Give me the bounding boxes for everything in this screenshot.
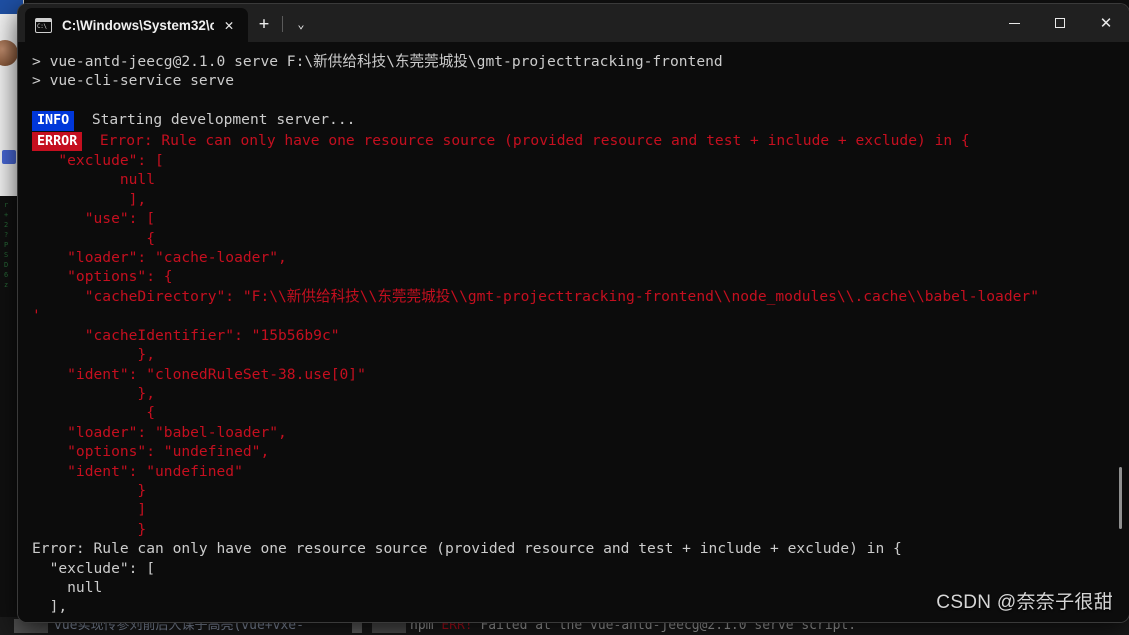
- terminal-line: [32, 91, 1129, 110]
- close-window-button[interactable]: ✕: [1083, 4, 1129, 42]
- terminal-scrollbar-thumb[interactable]: [1119, 467, 1122, 529]
- close-icon: ✕: [1099, 14, 1113, 32]
- terminal-window: C:\Windows\System32\cmd.e ✕ + ⌄ ✕ > vue-…: [18, 4, 1129, 622]
- terminal-line-text: > vue-antd-jeecg@2.1.0 serve F:\新供给科技\东莞…: [32, 53, 723, 70]
- minimize-icon: [1008, 22, 1020, 24]
- background-avatar: [0, 40, 18, 66]
- terminal-line-text: "cacheDirectory": "F:\\新供给科技\\东莞莞城投\\gmt…: [32, 287, 1039, 305]
- terminal-line-text: }: [32, 520, 147, 538]
- terminal-line: "loader": "babel-loader",: [32, 423, 1129, 442]
- terminal-line-text: "ident": "clonedRuleSet-38.use[0]": [32, 365, 366, 383]
- window-controls: ✕: [991, 4, 1129, 42]
- terminal-line-text: },: [32, 384, 156, 402]
- terminal-line: {: [32, 403, 1129, 422]
- terminal-line-text: ]: [32, 501, 147, 519]
- cmd-window-icon: [35, 17, 52, 33]
- terminal-line: "options": "undefined",: [32, 442, 1129, 461]
- terminal-line-text: ],: [32, 190, 147, 208]
- terminal-line: > vue-cli-service serve: [32, 71, 1129, 90]
- new-tab-button[interactable]: +: [248, 9, 280, 39]
- info-badge: INFO: [32, 111, 75, 131]
- terminal-line: "cacheDirectory": "F:\\新供给科技\\东莞莞城投\\gmt…: [32, 287, 1129, 306]
- terminal-line: "exclude": [: [32, 151, 1129, 170]
- terminal-line: {: [32, 229, 1129, 248]
- terminal-line: "use": [: [32, 209, 1129, 228]
- terminal-line-text: "loader": "babel-loader",: [32, 423, 287, 441]
- terminal-line-text: },: [32, 346, 156, 364]
- terminal-line-text: {: [32, 404, 156, 422]
- minimize-button[interactable]: [991, 4, 1037, 42]
- terminal-line: > vue-antd-jeecg@2.1.0 serve F:\新供给科技\东莞…: [32, 52, 1129, 71]
- terminal-line-text: {: [32, 229, 156, 247]
- terminal-line-text: "ident": "undefined": [32, 462, 243, 480]
- close-tab-icon[interactable]: ✕: [216, 12, 242, 38]
- terminal-line: "options": {: [32, 267, 1129, 286]
- tab-cmd[interactable]: C:\Windows\System32\cmd.e ✕: [25, 8, 248, 42]
- terminal-line: "cacheIdentifier": "15b56b9c": [32, 326, 1129, 345]
- terminal-line: INFO Starting development server...: [32, 110, 1129, 131]
- terminal-line: }: [32, 520, 1129, 539]
- terminal-line: ],: [32, 190, 1129, 209]
- terminal-line-text: null: [32, 171, 156, 189]
- terminal-line: ': [32, 306, 1129, 325]
- terminal-line-text: "exclude": [: [32, 559, 156, 577]
- chevron-down-icon[interactable]: ⌄: [285, 9, 317, 39]
- terminal-line-text: Error: Rule can only have one resource s…: [82, 131, 970, 149]
- terminal-line-text: [32, 92, 41, 109]
- terminal-line-text: > vue-cli-service serve: [32, 72, 235, 90]
- terminal-line: Error: Rule can only have one resource s…: [32, 539, 1129, 558]
- terminal-line: "exclude": [: [32, 559, 1129, 578]
- terminal-line: null: [32, 170, 1129, 189]
- error-badge: ERROR: [32, 131, 83, 152]
- terminal-output-area[interactable]: > vue-antd-jeecg@2.1.0 serve F:\新供给科技\东莞…: [18, 42, 1129, 622]
- terminal-line-text: "options": {: [32, 268, 173, 286]
- terminal-text: > vue-antd-jeecg@2.1.0 serve F:\新供给科技\东莞…: [32, 52, 1129, 617]
- terminal-line: },: [32, 345, 1129, 364]
- terminal-line: "loader": "cache-loader",: [32, 248, 1129, 267]
- terminal-line: }: [32, 481, 1129, 500]
- terminal-line-text: "use": [: [32, 210, 156, 228]
- terminal-line-text: "exclude": [: [32, 152, 164, 170]
- maximize-button[interactable]: [1037, 4, 1083, 42]
- background-logo-icon: [2, 150, 16, 164]
- terminal-line-text: }: [32, 481, 147, 499]
- terminal-line-text: "options": "undefined",: [32, 443, 270, 461]
- terminal-line-text: ': [32, 307, 41, 325]
- terminal-line: },: [32, 384, 1129, 403]
- terminal-line-text: "cacheIdentifier": "15b56b9c": [32, 326, 340, 344]
- tab-strip: C:\Windows\System32\cmd.e ✕ + ⌄: [18, 4, 317, 42]
- terminal-line-text: Error: Rule can only have one resource s…: [32, 540, 902, 558]
- terminal-line: "ident": "undefined": [32, 462, 1129, 481]
- tab-title: C:\Windows\System32\cmd.e: [62, 17, 214, 33]
- tabstrip-divider: [282, 16, 283, 32]
- terminal-line-text: null: [32, 578, 103, 596]
- terminal-line-text: ],: [32, 598, 68, 616]
- watermark-label: CSDN @奈奈子很甜: [936, 592, 1113, 613]
- window-titlebar[interactable]: C:\Windows\System32\cmd.e ✕ + ⌄ ✕: [18, 4, 1129, 42]
- terminal-line: "ident": "clonedRuleSet-38.use[0]": [32, 365, 1129, 384]
- maximize-icon: [1055, 18, 1065, 28]
- terminal-line: ]: [32, 500, 1129, 519]
- terminal-line: ERROR Error: Rule can only have one reso…: [32, 131, 1129, 152]
- terminal-line-text: Starting development server...: [74, 111, 356, 129]
- terminal-line-text: "loader": "cache-loader",: [32, 249, 287, 267]
